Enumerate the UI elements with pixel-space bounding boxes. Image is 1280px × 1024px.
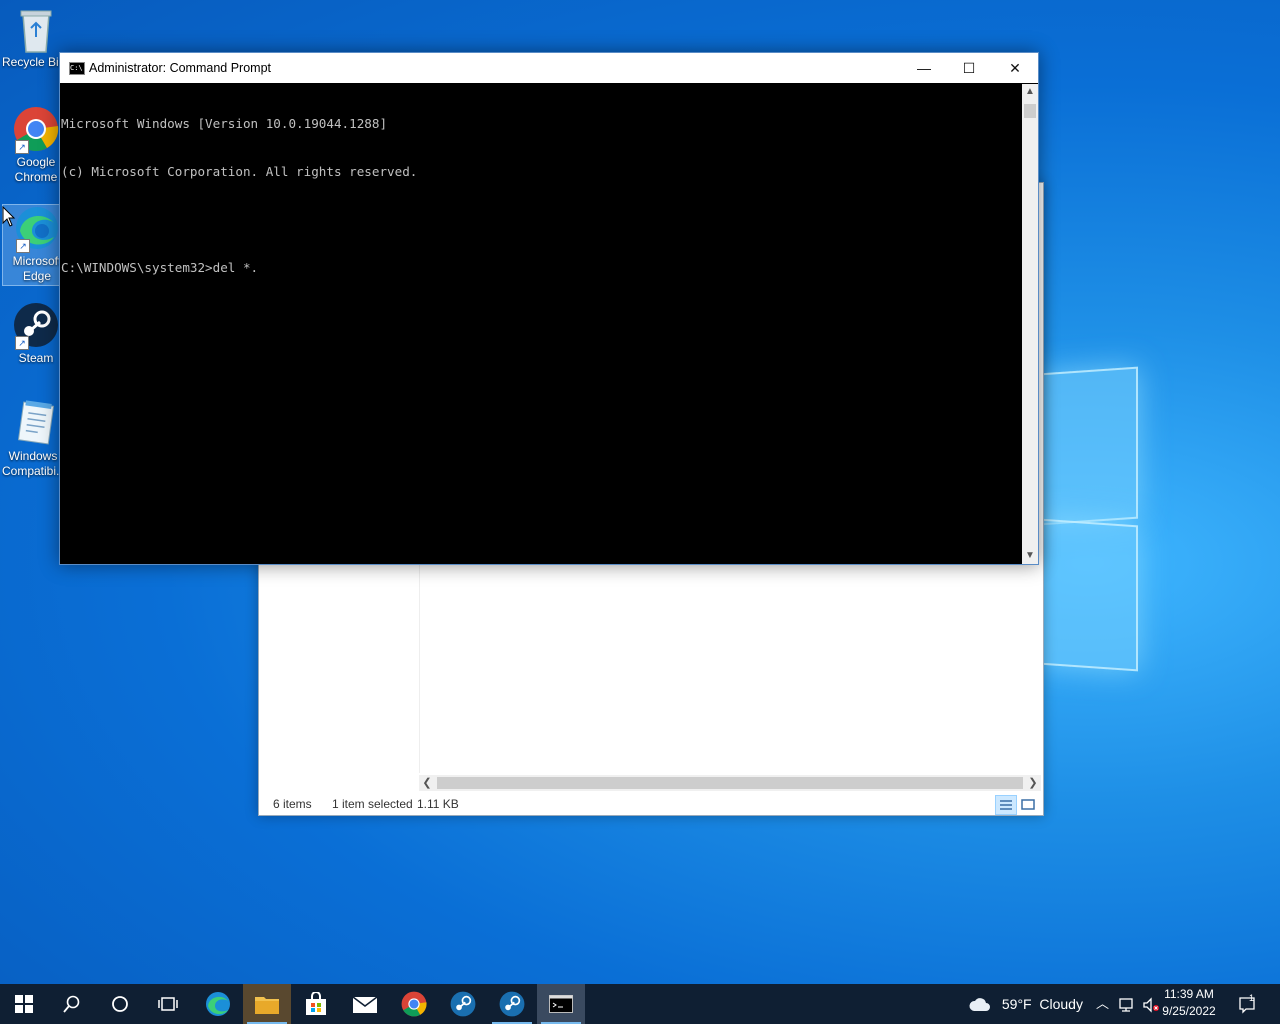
- taskbar-store[interactable]: [292, 984, 340, 1024]
- title-bar[interactable]: C:\ Administrator: Command Prompt — ☐ ✕: [60, 53, 1038, 83]
- cloud-icon: [969, 998, 990, 1012]
- cmd-icon: [549, 995, 573, 1013]
- navigation-pane[interactable]: [259, 563, 420, 773]
- horizontal-scrollbar[interactable]: ❮ ❯: [419, 775, 1041, 791]
- taskbar-chrome[interactable]: [390, 984, 438, 1024]
- task-view-button[interactable]: [144, 984, 192, 1024]
- start-button[interactable]: [0, 984, 48, 1024]
- desktop-icon-label: Windows Compatibi...: [2, 449, 64, 478]
- console-line: Microsoft Windows [Version 10.0.19044.12…: [61, 116, 388, 131]
- notepad-icon: [13, 400, 59, 446]
- taskbar-mail[interactable]: [341, 984, 389, 1024]
- status-size: 1.11 KB: [417, 797, 459, 811]
- clock-time: 11:39 AM: [1164, 987, 1214, 1001]
- scrollbar-thumb[interactable]: [437, 777, 1023, 789]
- wallpaper-windows-logo: [1040, 360, 1140, 672]
- cmd-icon: C:\: [69, 62, 85, 75]
- console-prompt-line: C:\WINDOWS\system32>del *.: [61, 260, 259, 275]
- console-output[interactable]: Microsoft Windows [Version 10.0.19044.12…: [60, 84, 1022, 564]
- network-icon: [1119, 998, 1133, 1012]
- network-button[interactable]: [1118, 984, 1136, 1024]
- weather-widget[interactable]: 59°F Cloudy: [968, 984, 1083, 1024]
- scroll-down-icon[interactable]: ▼: [1022, 548, 1038, 564]
- shortcut-arrow-icon: ↗: [16, 239, 30, 253]
- large-icons-view-button[interactable]: [1017, 795, 1039, 815]
- notification-count: 1: [1249, 993, 1255, 1003]
- steam-icon: ↗: [13, 302, 59, 350]
- window-title: Administrator: Command Prompt: [89, 61, 272, 75]
- chevron-up-icon: ︿: [1096, 996, 1110, 1011]
- action-center-button[interactable]: 1: [1238, 984, 1256, 1024]
- cortana-icon: [112, 996, 128, 1012]
- search-icon: [63, 995, 80, 1013]
- weather-text: 59°F Cloudy: [1001, 996, 1083, 1012]
- status-selection: 1 item selected: [332, 797, 413, 811]
- vertical-scrollbar[interactable]: ▲ ▼: [1022, 84, 1038, 564]
- taskbar-command-prompt[interactable]: [537, 984, 585, 1024]
- taskbar: 59°F Cloudy ︿ 11:39 AM 9/25/2022 1: [0, 984, 1280, 1024]
- clock-date: 9/25/2022: [1162, 1004, 1216, 1018]
- taskbar-file-explorer[interactable]: [243, 984, 291, 1024]
- mouse-cursor-icon: [2, 206, 16, 227]
- shortcut-arrow-icon: ↗: [15, 140, 29, 154]
- edge-icon: [206, 992, 230, 1016]
- cortana-button[interactable]: [96, 984, 144, 1024]
- chrome-icon: [401, 991, 427, 1017]
- large-icons-view-icon: [1021, 799, 1035, 810]
- status-bar: 6 items 1 item selected 1.11 KB: [259, 793, 1043, 815]
- close-button[interactable]: ✕: [992, 53, 1038, 83]
- shortcut-arrow-icon: ↗: [15, 336, 29, 350]
- show-hidden-icons-button[interactable]: ︿: [1096, 984, 1109, 1024]
- system-clock[interactable]: 11:39 AM 9/25/2022: [1154, 986, 1224, 1020]
- console-line: (c) Microsoft Corporation. All rights re…: [61, 164, 418, 179]
- scrollbar-thumb[interactable]: [1024, 104, 1036, 118]
- scroll-right-icon[interactable]: ❯: [1025, 775, 1041, 791]
- steam-icon: [450, 991, 476, 1017]
- scroll-left-icon[interactable]: ❮: [419, 775, 435, 791]
- task-view-icon: [158, 997, 178, 1011]
- details-view-icon: [1000, 800, 1012, 810]
- taskbar-steam[interactable]: [439, 984, 487, 1024]
- taskbar-edge[interactable]: [194, 984, 242, 1024]
- maximize-button[interactable]: ☐: [946, 53, 992, 83]
- chrome-icon: ↗: [13, 106, 59, 154]
- file-explorer-icon: [255, 997, 279, 1014]
- taskbar-steam-running[interactable]: [488, 984, 536, 1024]
- scroll-up-icon[interactable]: ▲: [1022, 84, 1038, 100]
- command-prompt-window[interactable]: C:\ Administrator: Command Prompt — ☐ ✕ …: [59, 52, 1039, 565]
- search-button[interactable]: [48, 984, 96, 1024]
- desktop-icon-label: Recycle Bin: [2, 55, 60, 69]
- recycle-bin-icon: [13, 6, 59, 53]
- details-view-button[interactable]: [995, 795, 1017, 815]
- start-icon: [15, 995, 33, 1013]
- mail-icon: [352, 996, 378, 1013]
- minimize-button[interactable]: —: [901, 53, 947, 83]
- store-icon: [306, 992, 326, 1015]
- status-item-count: 6 items: [273, 797, 312, 811]
- edge-icon: ↗: [14, 205, 60, 253]
- steam-icon: [499, 991, 525, 1017]
